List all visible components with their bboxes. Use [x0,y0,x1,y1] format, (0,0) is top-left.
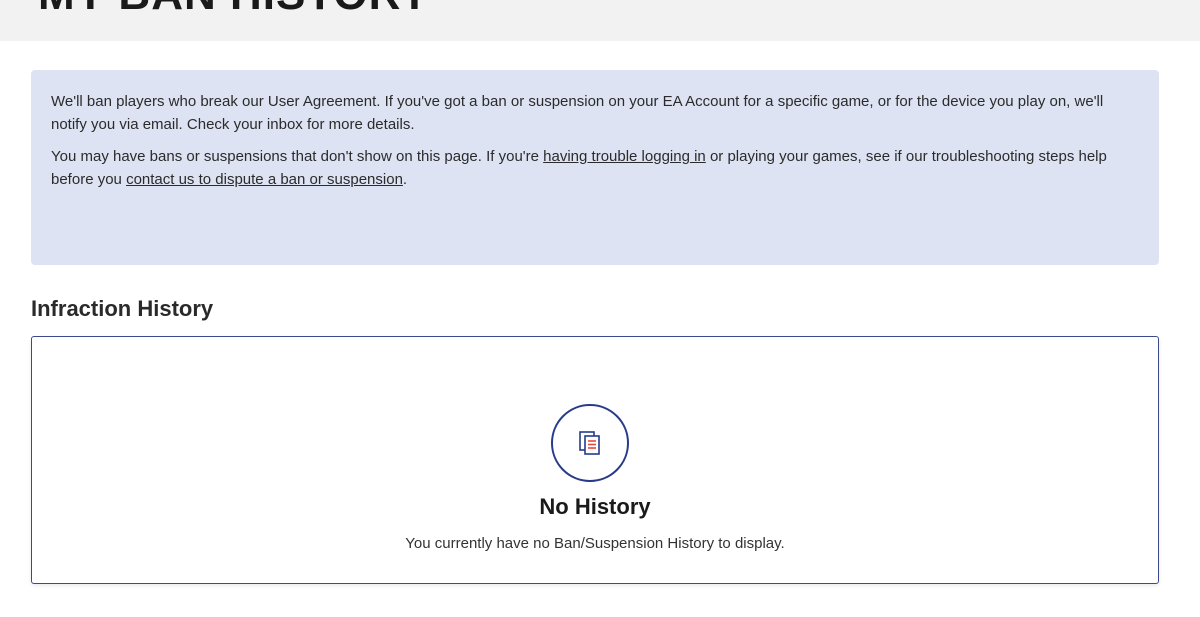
section-title: Infraction History [31,296,214,321]
page-header: MY BAN HISTORY [0,0,1200,41]
info-notice: We'll ban players who break our User Agr… [31,70,1159,265]
trouble-logging-in-link[interactable]: having trouble logging in [543,148,706,165]
empty-state-message: You currently have no Ban/Suspension His… [405,535,785,552]
notice-text-before: You may have bans or suspensions that do… [51,148,544,165]
notice-paragraph-1: We'll ban players who break our User Agr… [51,93,1104,133]
infraction-history-card: No History You currently have no Ban/Sus… [31,336,1159,584]
notice-paragraph-2: You may have bans or suspensions that do… [51,145,1139,191]
empty-state-title: No History [539,494,651,519]
empty-state-icon-circle [551,404,629,482]
document-copy-icon [579,431,600,455]
dispute-ban-link[interactable]: contact us to dispute a ban or suspensio… [126,171,403,188]
page-title: MY BAN HISTORY [38,0,430,20]
notice-text-after: . [402,171,408,188]
